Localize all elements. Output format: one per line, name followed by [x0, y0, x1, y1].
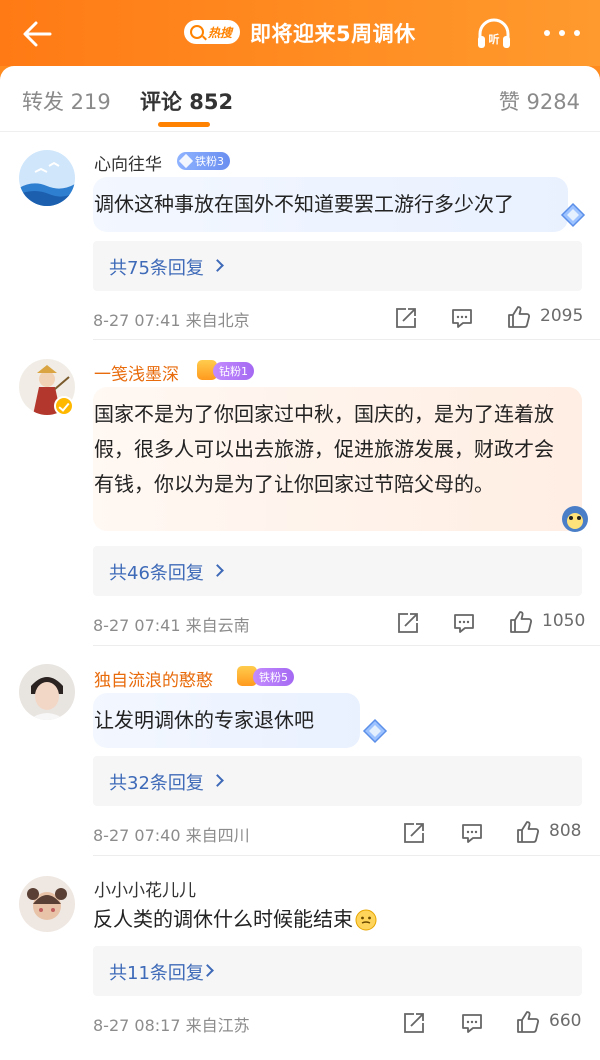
- share-icon[interactable]: [396, 611, 420, 635]
- page-title: 即将迎来5周调休: [250, 22, 416, 46]
- replies-count: 共46条回复: [109, 563, 204, 584]
- comment-text: 国家不是为了你回家过中秋，国庆的，是为了连着放假，很多人可以出去旅游，促进旅游发…: [94, 402, 554, 496]
- like-count: 2095: [540, 306, 584, 326]
- share-icon[interactable]: [394, 306, 418, 330]
- avatar[interactable]: [19, 150, 75, 206]
- comment-bubble: 国家不是为了你回家过中秋，国庆的，是为了连着放假，很多人可以出去旅游，促进旅游发…: [93, 387, 582, 531]
- divider: [93, 339, 600, 340]
- share-icon[interactable]: [402, 1011, 426, 1035]
- hot-search-badge[interactable]: 热搜: [184, 20, 240, 44]
- comments-panel: 转发 219 评论 852 赞 9284 心向往华 铁粉3 调休这种事放在国外不…: [0, 66, 600, 1060]
- emoji-icon: [355, 909, 377, 930]
- comment-text: 让发明调休的专家退休吧: [94, 708, 314, 732]
- comment-icon[interactable]: [452, 611, 476, 635]
- chevron-right-icon: [211, 564, 224, 577]
- like-icon[interactable]: [515, 1009, 541, 1035]
- username[interactable]: 心向往华: [94, 150, 162, 175]
- diamond-decoration-icon: [560, 202, 586, 228]
- fan-badge-label: 铁粉3: [195, 155, 224, 168]
- replies-count: 共11条回复: [109, 963, 204, 984]
- comment-icon[interactable]: [450, 306, 474, 330]
- username[interactable]: 一笺浅墨深: [94, 360, 179, 385]
- tab-bar: 转发 219 评论 852 赞 9284: [0, 66, 600, 132]
- fan-badge: 铁粉3: [177, 152, 230, 170]
- replies-link[interactable]: 共32条回复: [93, 756, 582, 806]
- verified-badge-icon: [54, 396, 74, 416]
- fan-badge: 铁粉5: [253, 668, 294, 686]
- comment-text: 反人类的调休什么时候能结束: [93, 907, 353, 931]
- comment-meta: 8-27 07:41 来自北京: [93, 311, 250, 330]
- replies-link[interactable]: 共46条回复: [93, 546, 582, 596]
- hot-search-label: 热搜: [208, 25, 233, 40]
- listen-headphones-icon[interactable]: 听: [474, 14, 514, 54]
- username[interactable]: 独自流浪的憨憨: [94, 666, 213, 691]
- replies-count: 共32条回复: [109, 773, 204, 794]
- fan-badge: 钻粉1: [213, 362, 254, 380]
- comment-icon[interactable]: [460, 1011, 484, 1035]
- search-icon: [190, 25, 204, 39]
- diamond-icon: [178, 153, 194, 169]
- comment-icon[interactable]: [460, 821, 484, 845]
- comment-meta: 8-27 07:40 来自四川: [93, 826, 250, 845]
- diamond-decoration-icon: [362, 718, 388, 744]
- avatar[interactable]: [19, 876, 75, 932]
- chevron-right-icon: [211, 774, 224, 787]
- back-arrow-icon[interactable]: [20, 16, 56, 52]
- comment-bubble: 调休这种事放在国外不知道要罢工游行多少次了: [93, 177, 568, 232]
- share-icon[interactable]: [402, 821, 426, 845]
- username[interactable]: 小小小花儿儿: [94, 876, 196, 901]
- tab-comments[interactable]: 评论 852: [140, 86, 233, 116]
- svg-text:听: 听: [489, 32, 500, 46]
- like-count: 660: [549, 1011, 582, 1031]
- like-icon[interactable]: [508, 609, 534, 635]
- like-count: 808: [549, 821, 582, 841]
- replies-link[interactable]: 共11条回复: [93, 946, 582, 996]
- comment-bubble: 反人类的调休什么时候能结束: [93, 902, 377, 937]
- active-tab-indicator: [158, 122, 210, 127]
- fan-badge-label: 钻粉1: [219, 365, 248, 378]
- comment-meta: 8-27 08:17 来自江苏: [93, 1016, 250, 1035]
- divider: [93, 855, 600, 856]
- emoji-decoration-icon: [562, 506, 588, 532]
- tab-reposts[interactable]: 转发 219: [22, 86, 111, 116]
- like-icon[interactable]: [506, 304, 532, 330]
- like-count: 1050: [542, 611, 586, 631]
- chevron-right-icon: [211, 259, 224, 272]
- comment-bubble: 让发明调休的专家退休吧: [93, 693, 360, 748]
- like-icon[interactable]: [515, 819, 541, 845]
- comment-meta: 8-27 07:41 来自云南: [93, 616, 250, 635]
- fan-badge-label: 铁粉5: [259, 671, 288, 684]
- replies-count: 共75条回复: [109, 258, 204, 279]
- replies-link[interactable]: 共75条回复: [93, 241, 582, 291]
- divider: [93, 645, 600, 646]
- more-options-icon[interactable]: [544, 24, 580, 42]
- top-bar: 热搜 即将迎来5周调休 听: [0, 0, 600, 66]
- tab-likes[interactable]: 赞 9284: [499, 86, 580, 116]
- comment-text: 调休这种事放在国外不知道要罢工游行多少次了: [94, 192, 514, 216]
- avatar[interactable]: [19, 664, 75, 720]
